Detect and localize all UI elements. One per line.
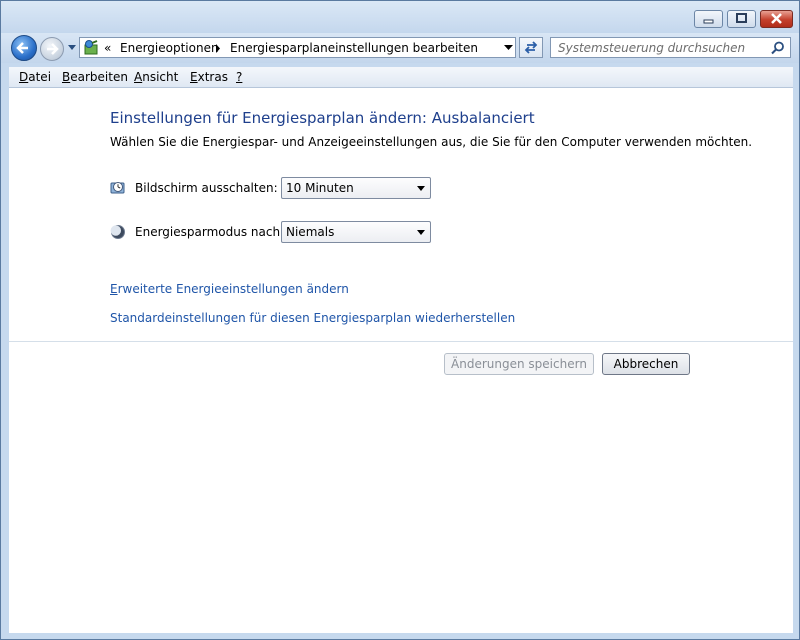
page-description: Wählen Sie die Energiespar- und Anzeigee… — [110, 135, 753, 149]
breadcrumb-overflow[interactable]: « — [104, 41, 111, 55]
refresh-button[interactable] — [519, 37, 543, 58]
menu-help[interactable]: ? — [236, 70, 242, 84]
screen-off-select[interactable]: 10 Minuten — [281, 177, 431, 199]
refresh-icon — [524, 41, 538, 54]
close-icon — [771, 13, 782, 24]
page-title: Einstellungen für Energiesparplan ändern… — [110, 109, 535, 127]
chevron-right-icon[interactable] — [215, 44, 221, 53]
monitor-clock-icon — [110, 182, 125, 194]
title-bar[interactable] — [1, 1, 799, 33]
screen-off-label: Bildschirm ausschalten: — [135, 181, 278, 195]
recent-pages-dropdown-icon[interactable] — [67, 44, 77, 52]
search-box[interactable]: Systemsteuerung durchsuchen — [550, 37, 791, 58]
explorer-window: « Energieoptionen Energiesparplaneinstel… — [0, 0, 800, 640]
menu-bearbeiten[interactable]: Bearbeiten — [62, 70, 128, 84]
menu-ansicht[interactable]: Ansicht — [134, 70, 178, 84]
maximize-icon — [736, 13, 747, 23]
maximize-button[interactable] — [727, 10, 756, 28]
restore-defaults-link[interactable]: Standardeinstellungen für diesen Energie… — [110, 311, 515, 325]
close-button[interactable] — [760, 10, 793, 28]
search-icon[interactable] — [771, 41, 785, 55]
sleep-label: Energiesparmodus nach: — [135, 225, 285, 239]
address-dropdown-icon[interactable] — [504, 45, 513, 51]
navigation-bar: « Energieoptionen Energiesparplaneinstel… — [1, 33, 799, 63]
screen-off-value: 10 Minuten — [286, 181, 354, 195]
menu-bar: Datei Bearbeiten Ansicht Extras ? — [9, 67, 793, 88]
separator — [9, 341, 793, 342]
control-panel-icon — [84, 40, 98, 55]
minimize-icon — [703, 19, 714, 24]
main-content: Einstellungen für Energiesparplan ändern… — [9, 88, 793, 633]
menu-extras[interactable]: Extras — [190, 70, 228, 84]
forward-button[interactable] — [40, 37, 64, 61]
cancel-button[interactable]: Abbrechen — [602, 353, 690, 375]
arrow-left-icon — [16, 42, 28, 54]
breadcrumb-energieoptionen[interactable]: Energieoptionen — [120, 41, 219, 55]
address-bar[interactable]: « Energieoptionen Energiesparplaneinstel… — [79, 37, 516, 58]
sleep-select[interactable]: Niemals — [281, 221, 431, 243]
arrow-right-icon — [47, 43, 59, 55]
save-changes-button[interactable]: Änderungen speichern — [444, 353, 594, 375]
moon-icon — [110, 225, 125, 239]
breadcrumb-plan-settings[interactable]: Energiesparplaneinstellungen bearbeiten — [230, 41, 478, 55]
chevron-down-icon — [417, 186, 425, 191]
sleep-value: Niemals — [286, 225, 335, 239]
minimize-button[interactable] — [694, 10, 723, 28]
chevron-down-icon — [417, 230, 425, 235]
advanced-settings-link[interactable]: Erweiterte Energieeinstellungen ändern — [110, 282, 349, 296]
menu-datei[interactable]: Datei — [19, 70, 51, 84]
search-placeholder[interactable]: Systemsteuerung durchsuchen — [558, 41, 745, 55]
back-button[interactable] — [11, 35, 37, 61]
